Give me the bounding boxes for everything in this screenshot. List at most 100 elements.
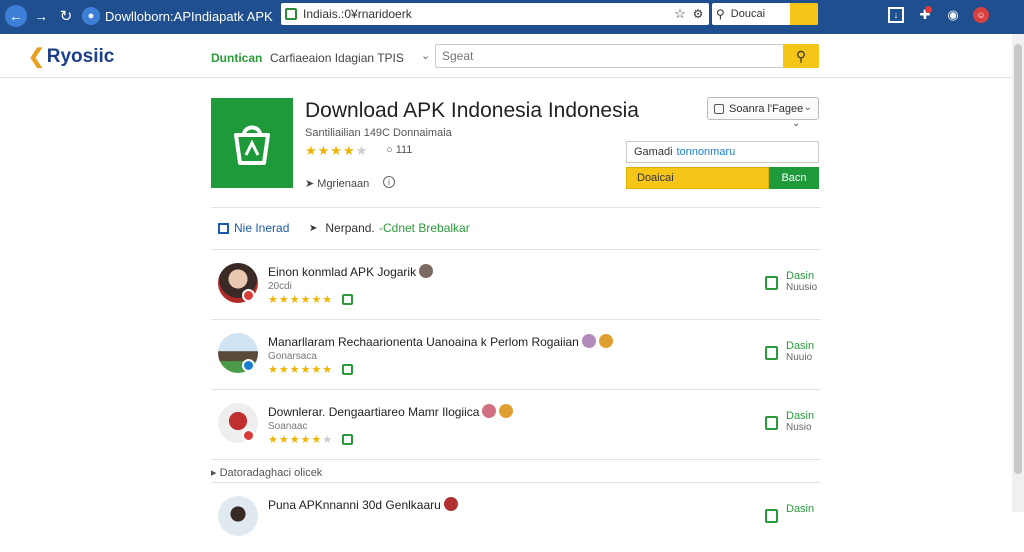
share-icon xyxy=(765,416,778,430)
logo-mark-icon: ❮ xyxy=(28,46,45,68)
app-title: Download APK Indonesia Indonesia xyxy=(305,99,639,122)
secondary-button[interactable]: Bacn xyxy=(769,167,819,189)
item-action[interactable]: Dasin xyxy=(765,503,817,533)
divider xyxy=(211,459,821,460)
profile-icon[interactable]: ☺ xyxy=(973,7,989,23)
item-action[interactable]: Dasin Nuusio xyxy=(765,270,817,300)
app-rating-count: ○ 111 xyxy=(386,144,413,156)
item-title-text: Downlerar. Dengaartiareo Mamr Ilogiica xyxy=(268,405,480,419)
nav-link-primary[interactable]: Duntican xyxy=(211,51,262,65)
tab-expand[interactable]: ➤ Nerpand. xyxy=(309,221,375,235)
tab-label: Nie Inerad xyxy=(234,221,290,235)
browser-toolbar: ← → ↻ ● Dowlloborn:APIndiapatk APK India… xyxy=(0,0,1024,34)
browser-search-text[interactable]: Doucai xyxy=(731,8,790,20)
divider xyxy=(211,482,821,483)
status-badge xyxy=(242,429,255,442)
item-action[interactable]: Dasin Nusio xyxy=(765,410,817,440)
scrollbar-thumb[interactable] xyxy=(1014,44,1022,474)
divider xyxy=(211,207,821,208)
section-label: ▸ Datoradaghaci olicek xyxy=(211,467,323,479)
back-arrow-icon[interactable]: ← xyxy=(5,5,27,27)
list-item[interactable]: Downlerar. Dengaartiareo Mamr Ilogiica S… xyxy=(211,393,821,459)
verified-icon xyxy=(342,294,353,305)
version-dropdown[interactable]: Soanra l'Fagee ⌄ xyxy=(707,97,819,120)
dropdown-label: Soanra l'Fagee xyxy=(729,102,804,115)
tab-label: -Cdnet Brebalkar xyxy=(379,221,470,235)
nav-link-secondary[interactable]: Carfiaeaion Idagian TPIS xyxy=(270,51,404,65)
shield-icon[interactable]: ◉ xyxy=(945,7,961,23)
browser-search-button[interactable] xyxy=(790,3,818,25)
action-label: Dasin xyxy=(786,270,815,282)
chevron-down-icon: ⌄ xyxy=(803,102,812,113)
emoji-icon xyxy=(499,404,514,418)
verified-icon xyxy=(342,434,353,445)
item-title-text: Puna APKnnanni 30d Genlkaaru xyxy=(268,498,441,512)
status-badge xyxy=(242,289,255,302)
bag-icon xyxy=(234,125,270,165)
item-rating-stars: ★★★★★★ xyxy=(268,294,334,306)
chevron-down-icon[interactable]: ⌄ xyxy=(792,118,800,129)
action-label: Dasin xyxy=(786,340,815,352)
share-icon xyxy=(765,276,778,290)
dropdown-icon xyxy=(714,103,724,114)
info-icon[interactable]: i xyxy=(383,176,395,188)
item-title: Manarllaram Rechaarionenta Uanoaina k Pe… xyxy=(268,334,613,349)
action-label: Dasin xyxy=(786,503,815,515)
action-sublabel: Nuuio xyxy=(786,352,813,363)
rating-count-text: 111 xyxy=(395,144,413,156)
app-meta: ➤ Mgrienaan xyxy=(305,178,370,190)
page-scrollbar[interactable] xyxy=(1012,34,1024,512)
search-icon: ⚲ xyxy=(716,7,725,21)
url-text[interactable]: Indiais.:0¥rnaridoerk xyxy=(303,7,671,21)
divider xyxy=(211,319,821,320)
app-icon xyxy=(211,98,293,188)
field-value: tonnonmaru xyxy=(676,146,736,158)
verified-icon xyxy=(342,364,353,375)
notification-badge xyxy=(925,6,932,13)
item-subtitle: 20cdi xyxy=(268,281,292,292)
list-item[interactable]: Manarllaram Rechaarionenta Uanoaina k Pe… xyxy=(211,323,821,389)
site-search-button[interactable]: ⚲ xyxy=(783,44,819,68)
forward-arrow-icon[interactable]: → xyxy=(30,5,52,27)
lock-icon xyxy=(285,8,297,20)
status-badge xyxy=(242,359,255,372)
item-title: Einon konmlad APK Jogarik xyxy=(268,264,434,279)
browser-search-box[interactable]: ⚲ Doucai xyxy=(712,3,818,25)
item-title-text: Einon konmlad APK Jogarik xyxy=(268,265,417,279)
action-sublabel: Nusio xyxy=(786,422,812,433)
list-item[interactable]: Einon konmlad APK Jogarik 20cdi ★★★★★★ D… xyxy=(211,253,821,319)
avatar-small xyxy=(482,404,497,418)
download-button[interactable]: Doaicai xyxy=(626,167,769,189)
avatar-small xyxy=(443,497,458,511)
divider xyxy=(211,389,821,390)
tab-newest[interactable]: Nie Inerad xyxy=(218,221,289,235)
chevron-down-icon[interactable]: ⌄ xyxy=(421,49,430,62)
emoji-icon xyxy=(598,334,613,348)
section-label-text: Datoradaghaci olicek xyxy=(219,467,323,479)
tab-title[interactable]: Dowlloborn:APIndiapatk APK xyxy=(105,9,273,24)
address-bar[interactable]: Indiais.:0¥rnaridoerk ☆ ⚙ xyxy=(281,3,709,25)
site-search-input[interactable] xyxy=(436,45,783,67)
checkbox-icon xyxy=(218,222,229,234)
share-icon xyxy=(765,509,778,523)
download-field[interactable]: Gamadi tonnonmaru xyxy=(626,141,819,163)
settings-gear-icon[interactable]: ⚙ xyxy=(689,7,707,21)
app-subtitle: Santiliailian 149C Donnaimaia xyxy=(305,127,452,139)
logo-text: Ryosiic xyxy=(46,45,115,67)
item-rating-stars: ★★★★★★ xyxy=(268,364,334,376)
field-label: Gamadi xyxy=(634,146,673,158)
reload-icon[interactable]: ↻ xyxy=(55,5,77,27)
site-logo[interactable]: ❮ Ryosiic xyxy=(28,44,114,69)
action-sublabel: Nuusio xyxy=(786,282,818,293)
divider xyxy=(211,249,821,250)
item-action[interactable]: Dasin Nuuio xyxy=(765,340,817,370)
app-meta-text: Mgrienaan xyxy=(317,178,370,190)
downloads-icon[interactable]: ↓ xyxy=(888,7,904,23)
tab-favicon-icon: ● xyxy=(82,7,100,25)
tab-other[interactable]: -Cdnet Brebalkar xyxy=(379,221,470,235)
avatar xyxy=(218,496,258,536)
list-item[interactable]: Puna APKnnanni 30d Genlkaaru Dasin xyxy=(211,486,821,552)
bookmark-star-icon[interactable]: ☆ xyxy=(671,6,689,22)
item-title-text: Manarllaram Rechaarionenta Uanoaina k Pe… xyxy=(268,335,579,349)
avatar-small xyxy=(419,264,434,278)
